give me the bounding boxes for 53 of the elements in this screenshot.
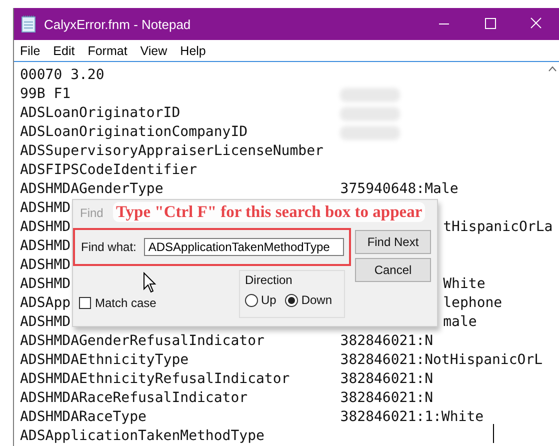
text-line: ADSSupervisoryAppraiserLicenseNumber [20, 142, 324, 161]
match-case-label[interactable]: Match case [95, 296, 156, 310]
text-line: 382846021:N [340, 389, 433, 408]
text-line: ADSFIPSCodeIdentifier [20, 161, 198, 180]
radio-label[interactable]: Up [261, 293, 276, 307]
text-line: ADSHMDAGenderRefusalIndicator [20, 332, 264, 351]
scroll-up-icon[interactable] [548, 66, 556, 72]
text-line: ADSHMD [20, 199, 71, 218]
text-line: ADSHMDARaceRefusalIndicator [20, 389, 248, 408]
notepad-icon [21, 15, 37, 33]
text-line: ADSHMD [20, 313, 71, 332]
text-line: ADSHMD [20, 218, 71, 237]
text-line: ADSHMD [20, 275, 71, 294]
menu-item[interactable]: Help [174, 44, 213, 58]
radio-button[interactable] [245, 294, 258, 306]
text-line: ADSHMDAEthnicityType [20, 351, 189, 370]
find-what-label: Find what: [81, 240, 136, 254]
menu-item[interactable]: View [134, 44, 174, 58]
text-line: ADSLoanOriginatorID [20, 104, 180, 123]
dialog-title: Find [80, 206, 104, 220]
text-line: ADSApp [20, 294, 71, 313]
text-line: ADSHMDAGenderType [20, 180, 164, 199]
text-line: White [443, 275, 486, 294]
text-cursor [493, 424, 494, 443]
text-line: 382846021:N [340, 332, 433, 351]
annotation-text: Type "Ctrl F" for this search box to appear [113, 202, 426, 222]
text-line: 00070 3.20 [20, 66, 104, 85]
text-line: ADSHMD [20, 256, 71, 275]
text-line: 382846021:NotHispanicOrL [340, 351, 543, 370]
text-line: ADSLoanOriginationCompanyID [20, 123, 248, 142]
text-line: lephone [443, 294, 502, 313]
direction-label: Direction [245, 273, 294, 287]
text-line: 375940648:Male [340, 180, 458, 199]
window-title: CalyxError.fnm - Notepad [44, 16, 191, 32]
text-line: 99B F1 [20, 85, 71, 104]
cancel-button[interactable]: Cancel [355, 258, 431, 282]
find-next-button[interactable]: Find Next [355, 230, 431, 254]
find-what-field[interactable]: ADSApplicationTakenMethodType [144, 238, 344, 256]
menu-item[interactable]: Edit [47, 44, 82, 58]
radio-button[interactable] [285, 294, 298, 306]
text-line: 382846021:N [340, 370, 433, 389]
radio-label[interactable]: Down [301, 293, 332, 307]
text-line: ADSApplicationTakenMethodType [20, 427, 264, 446]
text-line: ADSHMD [20, 237, 71, 256]
match-case-checkbox[interactable] [79, 297, 91, 309]
text-line: male [443, 313, 477, 332]
mouse-pointer-icon [143, 272, 157, 293]
text-line: 382846021:1:White [340, 408, 484, 427]
text-line: ADSHMDARaceType [20, 408, 146, 427]
text-line: tHispanicOrLa [443, 218, 553, 237]
text-line: ADSHMDAEthnicityRefusalIndicator [20, 370, 290, 389]
menu-item[interactable]: File [14, 44, 48, 58]
menu-item[interactable]: Format [82, 44, 134, 58]
